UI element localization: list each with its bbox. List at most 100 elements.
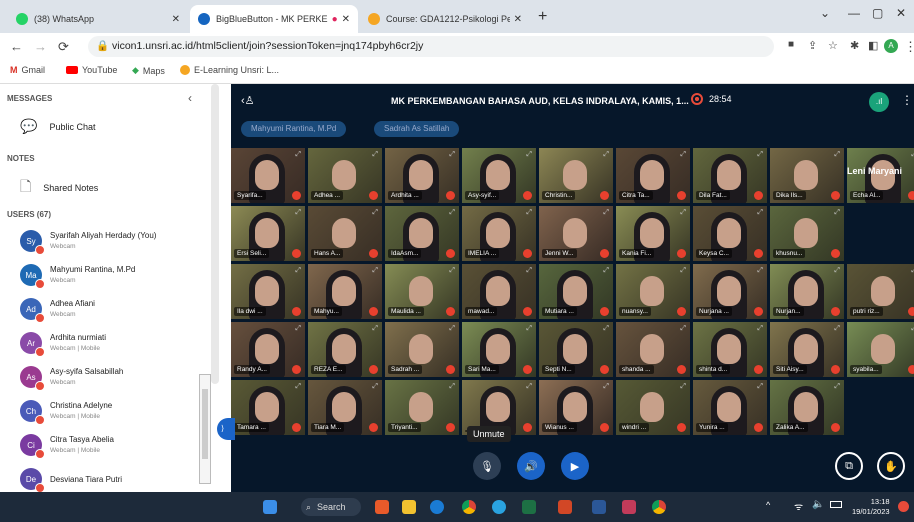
- fullscreen-icon[interactable]: ⤢: [603, 267, 609, 275]
- fullscreen-icon[interactable]: ⤢: [603, 325, 609, 333]
- camera-button[interactable]: ▶: [561, 452, 589, 480]
- star-icon[interactable]: ☆: [828, 39, 838, 52]
- video-tile[interactable]: ⤢ Keysa C...: [693, 206, 767, 261]
- video-tile[interactable]: ⤢ Tiara M...: [308, 380, 382, 435]
- fullscreen-icon[interactable]: ⤢: [449, 325, 455, 333]
- video-tile[interactable]: ⤢ Citra Ta...: [616, 148, 690, 203]
- tab-course[interactable]: Course: GDA1212-Psikologi Perk ✕: [360, 5, 530, 33]
- user-list-toggle-icon[interactable]: ‹♙: [241, 94, 255, 107]
- video-tile[interactable]: ⤢ IMELIA ...: [462, 206, 536, 261]
- tab-search-icon[interactable]: ⌄: [820, 6, 830, 20]
- user-list-item[interactable]: Ad Adhea Afiani Webcam: [20, 292, 95, 326]
- fullscreen-icon[interactable]: ⤢: [834, 325, 840, 333]
- fullscreen-icon[interactable]: ⤢: [372, 151, 378, 159]
- mute-button[interactable]: 🎙: [473, 452, 501, 480]
- video-tile[interactable]: ⤢ Triyanti...: [385, 380, 459, 435]
- fullscreen-icon[interactable]: ⤢: [834, 267, 840, 275]
- fullscreen-icon[interactable]: ⤢: [834, 209, 840, 217]
- address-bar[interactable]: 🔒 vicon1.unsri.ac.id/html5client/join?se…: [88, 36, 774, 57]
- volume-icon[interactable]: 🔈: [812, 499, 824, 510]
- shared-notes-item[interactable]: 🗋 Shared Notes: [20, 176, 98, 200]
- video-tile[interactable]: ⤢ Asy-syif...: [462, 148, 536, 203]
- video-tile[interactable]: ⤢ Wianus ...: [539, 380, 613, 435]
- video-tile[interactable]: ⤢syabila...: [847, 322, 914, 377]
- video-tile[interactable]: ⤢ Sari Ma...: [462, 322, 536, 377]
- fullscreen-icon[interactable]: ⤢: [526, 151, 532, 159]
- menu-icon[interactable]: ⋮: [904, 39, 914, 55]
- fullscreen-icon[interactable]: ⤢: [449, 151, 455, 159]
- close-icon[interactable]: ✕: [342, 14, 350, 25]
- raise-hand-button[interactable]: ✋: [877, 452, 905, 480]
- fullscreen-icon[interactable]: ⤢: [372, 267, 378, 275]
- back-icon[interactable]: ←: [10, 39, 23, 54]
- video-tile[interactable]: ⤢ shanda ...: [616, 322, 690, 377]
- fullscreen-icon[interactable]: ⤢: [757, 325, 763, 333]
- windows-start-icon[interactable]: [263, 500, 277, 514]
- word-icon[interactable]: [592, 500, 606, 514]
- tab-whatsapp[interactable]: (38) WhatsApp ✕: [8, 5, 188, 33]
- sidebar-scrollbar[interactable]: [211, 84, 219, 384]
- fullscreen-icon[interactable]: ⤢: [295, 151, 301, 159]
- video-tile[interactable]: ⤢ Nurjana ...: [693, 264, 767, 319]
- fullscreen-icon[interactable]: ⤢: [680, 209, 686, 217]
- video-tile[interactable]: ⤢putri riz...: [847, 264, 914, 319]
- fullscreen-icon[interactable]: ⤢: [449, 209, 455, 217]
- audio-button[interactable]: 🔊: [517, 452, 545, 480]
- fullscreen-icon[interactable]: ⤢: [449, 383, 455, 391]
- fullscreen-icon[interactable]: ⤢: [834, 151, 840, 159]
- excel-icon[interactable]: [522, 500, 536, 514]
- close-icon[interactable]: ●: [332, 14, 338, 25]
- fullscreen-icon[interactable]: ⤢: [757, 267, 763, 275]
- presenter-chip[interactable]: Sadrah As Satillah: [374, 121, 460, 137]
- clock[interactable]: 13:18 19/01/2023: [852, 497, 890, 517]
- tray-chevron-icon[interactable]: ^: [766, 500, 770, 510]
- video-tile[interactable]: ⤢ shinta d...: [693, 322, 767, 377]
- fullscreen-icon[interactable]: ⤢: [295, 209, 301, 217]
- connection-icon[interactable]: .ıl: [869, 92, 889, 112]
- fullscreen-icon[interactable]: ⤢: [680, 151, 686, 159]
- minimize-button[interactable]: —: [848, 6, 860, 20]
- maximize-button[interactable]: ▢: [872, 6, 883, 20]
- fullscreen-icon[interactable]: ⤢: [680, 383, 686, 391]
- file-explorer-icon[interactable]: [402, 500, 416, 514]
- video-tile[interactable]: ⤢ nuansy...: [616, 264, 690, 319]
- forward-icon[interactable]: →: [34, 39, 47, 54]
- fullscreen-icon[interactable]: ⤢: [295, 267, 301, 275]
- user-list-item[interactable]: Ch Christina Adelyne Webcam | Mobile: [20, 394, 112, 428]
- video-tile[interactable]: ⤢ Tamara ...: [231, 380, 305, 435]
- extensions-icon[interactable]: ✱: [850, 39, 859, 52]
- user-list-item[interactable]: As Asy-syifa Salsabillah Webcam: [20, 360, 123, 394]
- fullscreen-icon[interactable]: ⤢: [295, 325, 301, 333]
- fullscreen-icon[interactable]: ⤢: [372, 325, 378, 333]
- reload-icon[interactable]: ⟳: [58, 39, 69, 55]
- recording-indicator[interactable]: 28:54: [691, 93, 732, 105]
- video-tile[interactable]: ⤢ Sadrah ...: [385, 322, 459, 377]
- video-tile[interactable]: ⤢ Syarifa...: [231, 148, 305, 203]
- video-tile[interactable]: ⤢ Ersi Seli...: [231, 206, 305, 261]
- fullscreen-icon[interactable]: ⤢: [834, 383, 840, 391]
- fullscreen-icon[interactable]: ⤢: [757, 151, 763, 159]
- bookmark-maps[interactable]: ◆ Maps: [132, 65, 165, 76]
- collapse-icon[interactable]: ‹: [188, 91, 192, 105]
- video-tile[interactable]: ⤢ Zalika A...: [770, 380, 844, 435]
- video-tile[interactable]: ⤢ Ardhita ...: [385, 148, 459, 203]
- video-tile[interactable]: ⤢ IdaAsm...: [385, 206, 459, 261]
- video-tile[interactable]: ⤢ Randy A...: [231, 322, 305, 377]
- fullscreen-icon[interactable]: ⤢: [680, 267, 686, 275]
- fullscreen-icon[interactable]: ⤢: [757, 383, 763, 391]
- video-tile[interactable]: ⤢ Siti Aisy...: [770, 322, 844, 377]
- fullscreen-icon[interactable]: ⤢: [526, 383, 532, 391]
- video-tile[interactable]: ⤢ Yunira ...: [693, 380, 767, 435]
- telegram-icon[interactable]: [492, 500, 506, 514]
- video-tile[interactable]: ⤢ mawad...: [462, 264, 536, 319]
- fullscreen-icon[interactable]: ⤢: [526, 325, 532, 333]
- fullscreen-icon[interactable]: ⤢: [680, 325, 686, 333]
- video-tile[interactable]: ⤢ Dila Fat...: [693, 148, 767, 203]
- video-tile[interactable]: ⤢ Nurjan...: [770, 264, 844, 319]
- video-tile[interactable]: ⤢ Jenni W...: [539, 206, 613, 261]
- notification-icon[interactable]: [898, 501, 909, 512]
- new-tab-button[interactable]: +: [538, 8, 547, 26]
- wifi-icon[interactable]: ᯤ: [794, 499, 803, 513]
- fullscreen-icon[interactable]: ⤢: [449, 267, 455, 275]
- taskbar-search[interactable]: ⌕ Search: [301, 498, 361, 516]
